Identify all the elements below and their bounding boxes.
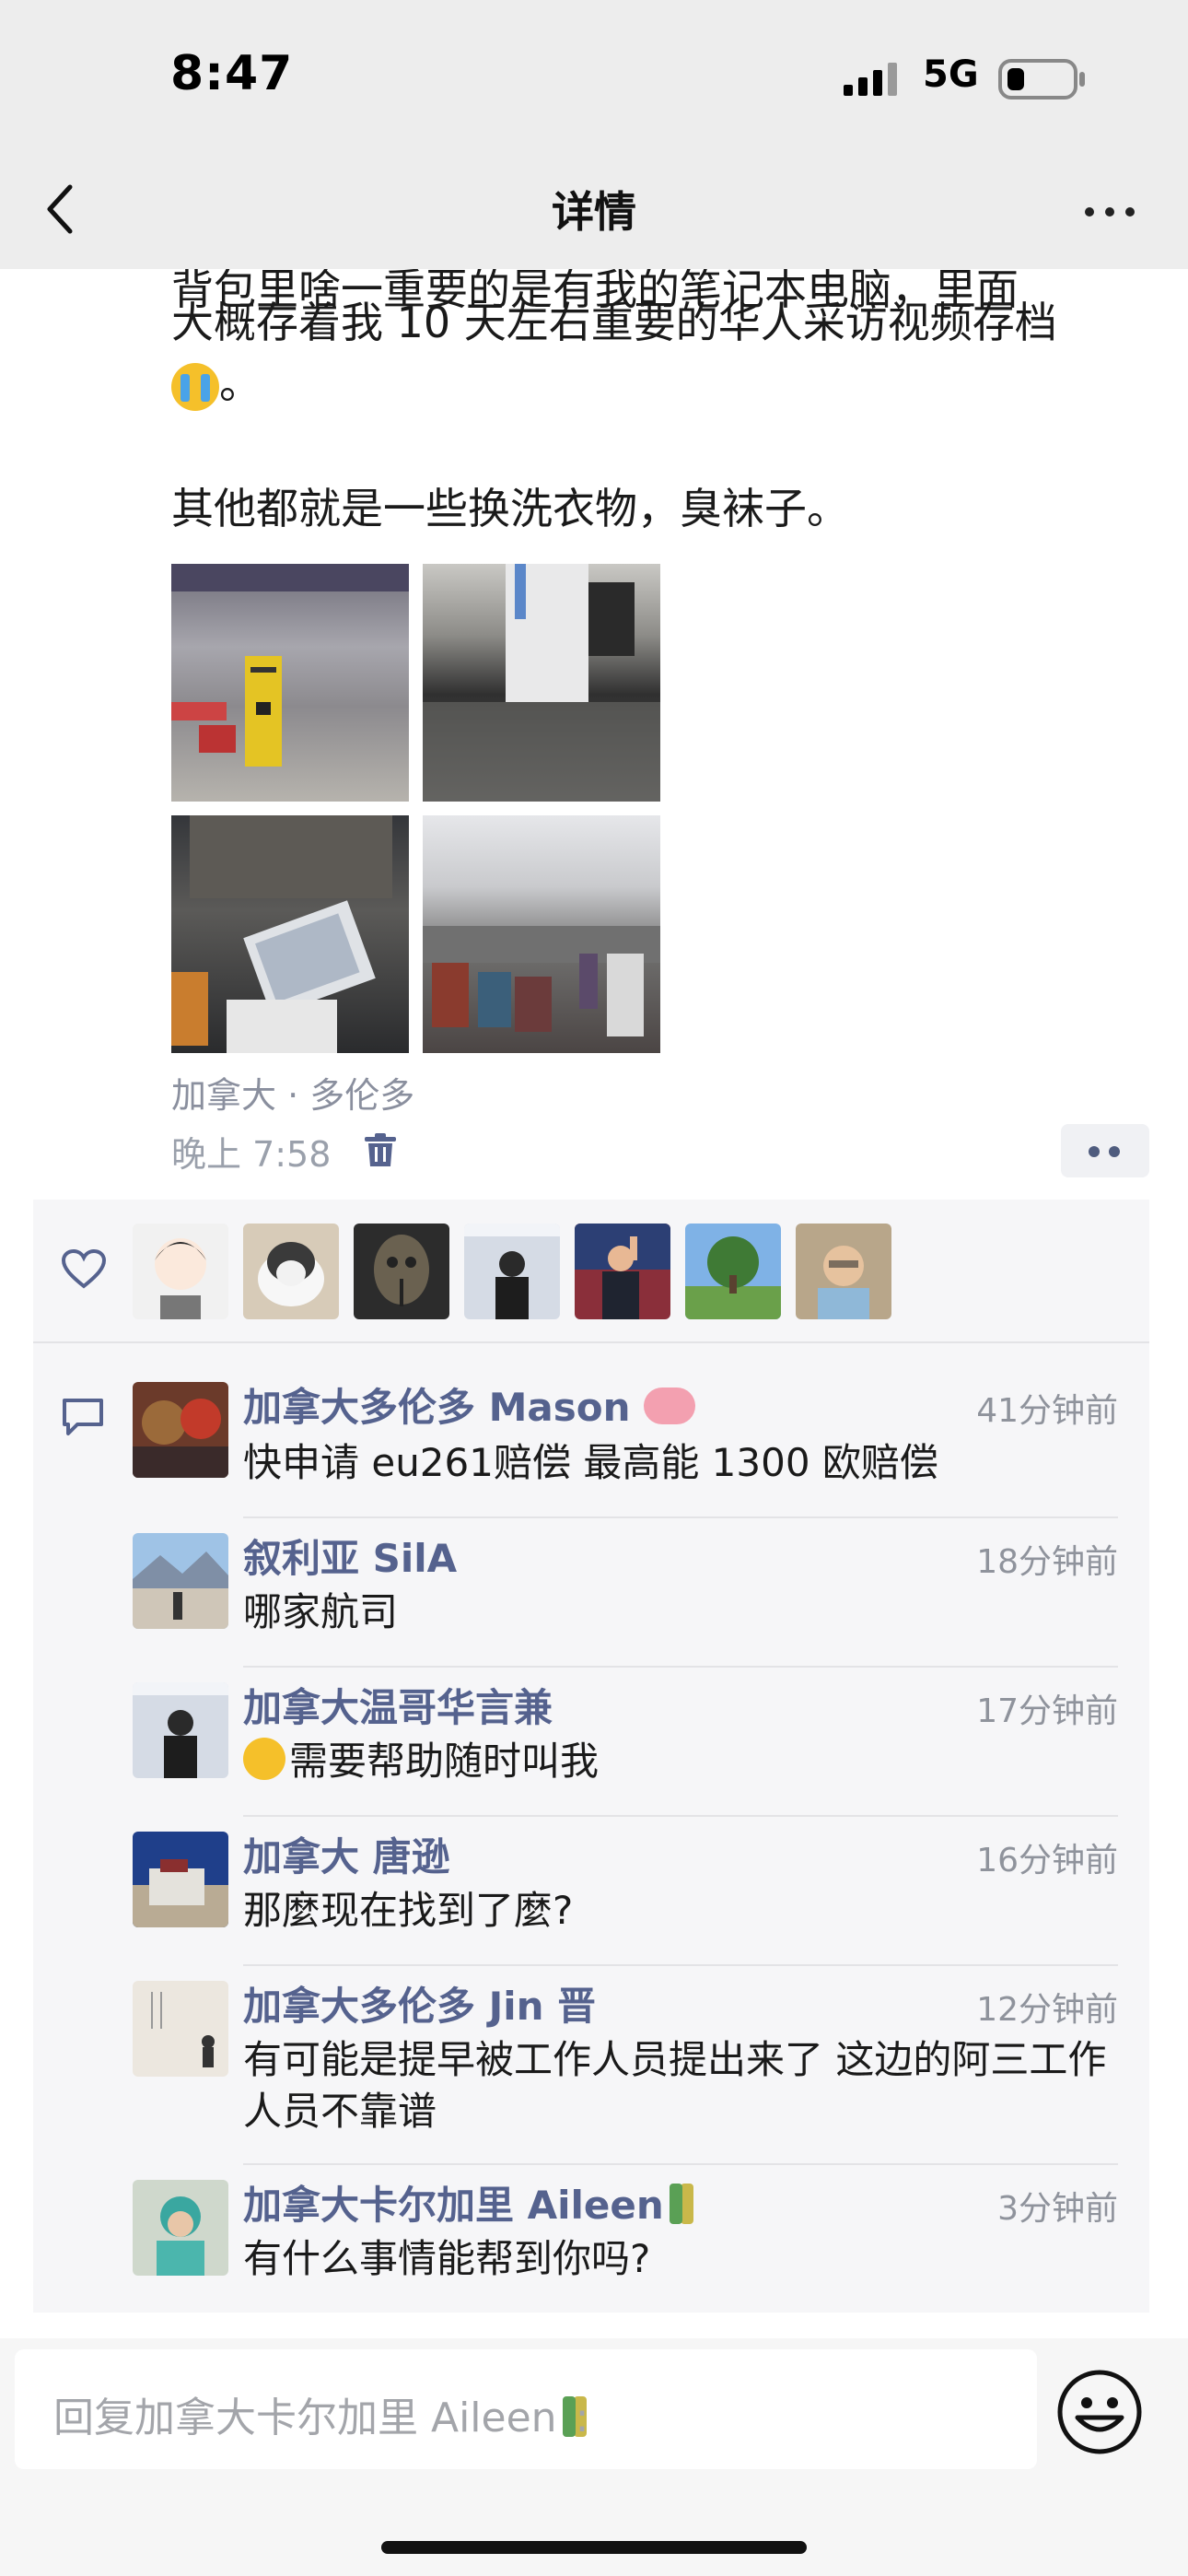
comment-author[interactable]: 叙利亚 SilA <box>243 1528 457 1584</box>
comment-divider <box>243 1964 1118 1966</box>
comment-author[interactable]: 加拿大卡尔加里 Aileen <box>243 2174 682 2231</box>
comment-author[interactable]: 加拿大多伦多 Jin 晋 <box>243 1975 596 2032</box>
crying-emoji-icon <box>171 362 219 411</box>
cellular-signal-icon <box>840 61 904 98</box>
comment-time: 18分钟前 <box>976 1543 1118 1581</box>
comment-divider <box>243 1666 1118 1668</box>
like-avatar[interactable] <box>133 1224 228 1319</box>
comment-text[interactable]: 需要帮助随时叫我 <box>243 1736 1118 1787</box>
post-time: 晚上 7:58 <box>171 1134 332 1175</box>
like-avatar[interactable] <box>796 1224 891 1319</box>
page-title: 详情 <box>552 187 636 237</box>
emoji-picker-icon[interactable] <box>1055 2368 1144 2460</box>
like-avatar[interactable] <box>685 1224 781 1319</box>
post-photo-kiosk-queue[interactable] <box>171 815 409 1053</box>
bamboo-emoji-icon <box>669 2184 682 2224</box>
like-avatar[interactable] <box>243 1224 339 1319</box>
comment-text[interactable]: 哪家航司 <box>243 1587 1118 1638</box>
comment-time: 12分钟前 <box>976 1991 1118 2029</box>
like-avatar[interactable] <box>464 1224 560 1319</box>
comment-avatar[interactable] <box>133 1832 228 1927</box>
reply-placeholder[interactable]: 回复加拿大卡尔加里 Aileen: <box>53 2384 588 2443</box>
like-avatar[interactable] <box>354 1224 449 1319</box>
comment-author[interactable]: 加拿大温哥华言兼 <box>243 1677 553 1733</box>
comment-icon <box>61 1397 105 1441</box>
comment-avatar[interactable] <box>133 1533 228 1629</box>
post-photo-airport-sign[interactable] <box>171 564 409 802</box>
comment-author[interactable]: 加拿大多伦多 Mason <box>243 1376 696 1433</box>
comment-divider <box>243 1516 1118 1518</box>
like-comment-menu-button[interactable] <box>1061 1124 1149 1177</box>
comment-divider <box>243 2163 1118 2165</box>
post-text-line: 大概存着我 10 天左右重要的华人采访视频存档 <box>171 298 1057 347</box>
comment-avatar[interactable] <box>133 1682 228 1778</box>
brain-emoji-icon <box>644 1388 696 1424</box>
comment-divider <box>243 1815 1118 1817</box>
post-text-line: 。 <box>171 354 1147 413</box>
comment-text[interactable]: 有什么事情能帮到你吗? <box>243 2233 1118 2285</box>
trash-icon[interactable] <box>365 1133 396 1172</box>
comment-time: 17分钟前 <box>976 1692 1118 1730</box>
comment-avatar[interactable] <box>133 1981 228 2077</box>
panel-divider <box>33 1341 1149 1343</box>
comment-avatar[interactable] <box>133 1382 228 1478</box>
comment-text[interactable]: 有可能是提早被工作人员提出来了 这边的阿三工作人员不靠谱 <box>243 2034 1118 2137</box>
home-indicator[interactable] <box>381 2541 807 2554</box>
comment-text[interactable]: 那麼现在找到了麼? <box>243 1885 1118 1937</box>
post-photo-luggage-hall[interactable] <box>423 815 660 1053</box>
heart-icon <box>61 1248 107 1294</box>
comment-time: 3分钟前 <box>997 2190 1118 2228</box>
comment-author[interactable]: 加拿大 唐逊 <box>243 1826 450 1882</box>
comment-text[interactable]: 快申请 eu261赔偿 最高能 1300 欧赔偿 <box>243 1437 1118 1489</box>
comment-time: 41分钟前 <box>976 1392 1118 1430</box>
network-type: 5G <box>923 53 979 96</box>
bamboo-emoji-icon <box>562 2396 576 2437</box>
post-text-line: 其他都就是一些换洗衣物，臭袜子。 <box>171 484 849 533</box>
comment-avatar[interactable] <box>133 2180 228 2276</box>
post-location[interactable]: 加拿大 · 多伦多 <box>171 1067 414 1118</box>
comment-time: 16分钟前 <box>976 1842 1118 1879</box>
more-options-icon[interactable] <box>1079 203 1140 220</box>
thinking-emoji-icon <box>243 1738 285 1780</box>
battery-icon <box>998 57 1087 105</box>
post-photo-baggage-belt[interactable] <box>423 564 660 802</box>
like-avatar[interactable] <box>575 1224 670 1319</box>
status-time: 8:47 <box>170 46 294 101</box>
